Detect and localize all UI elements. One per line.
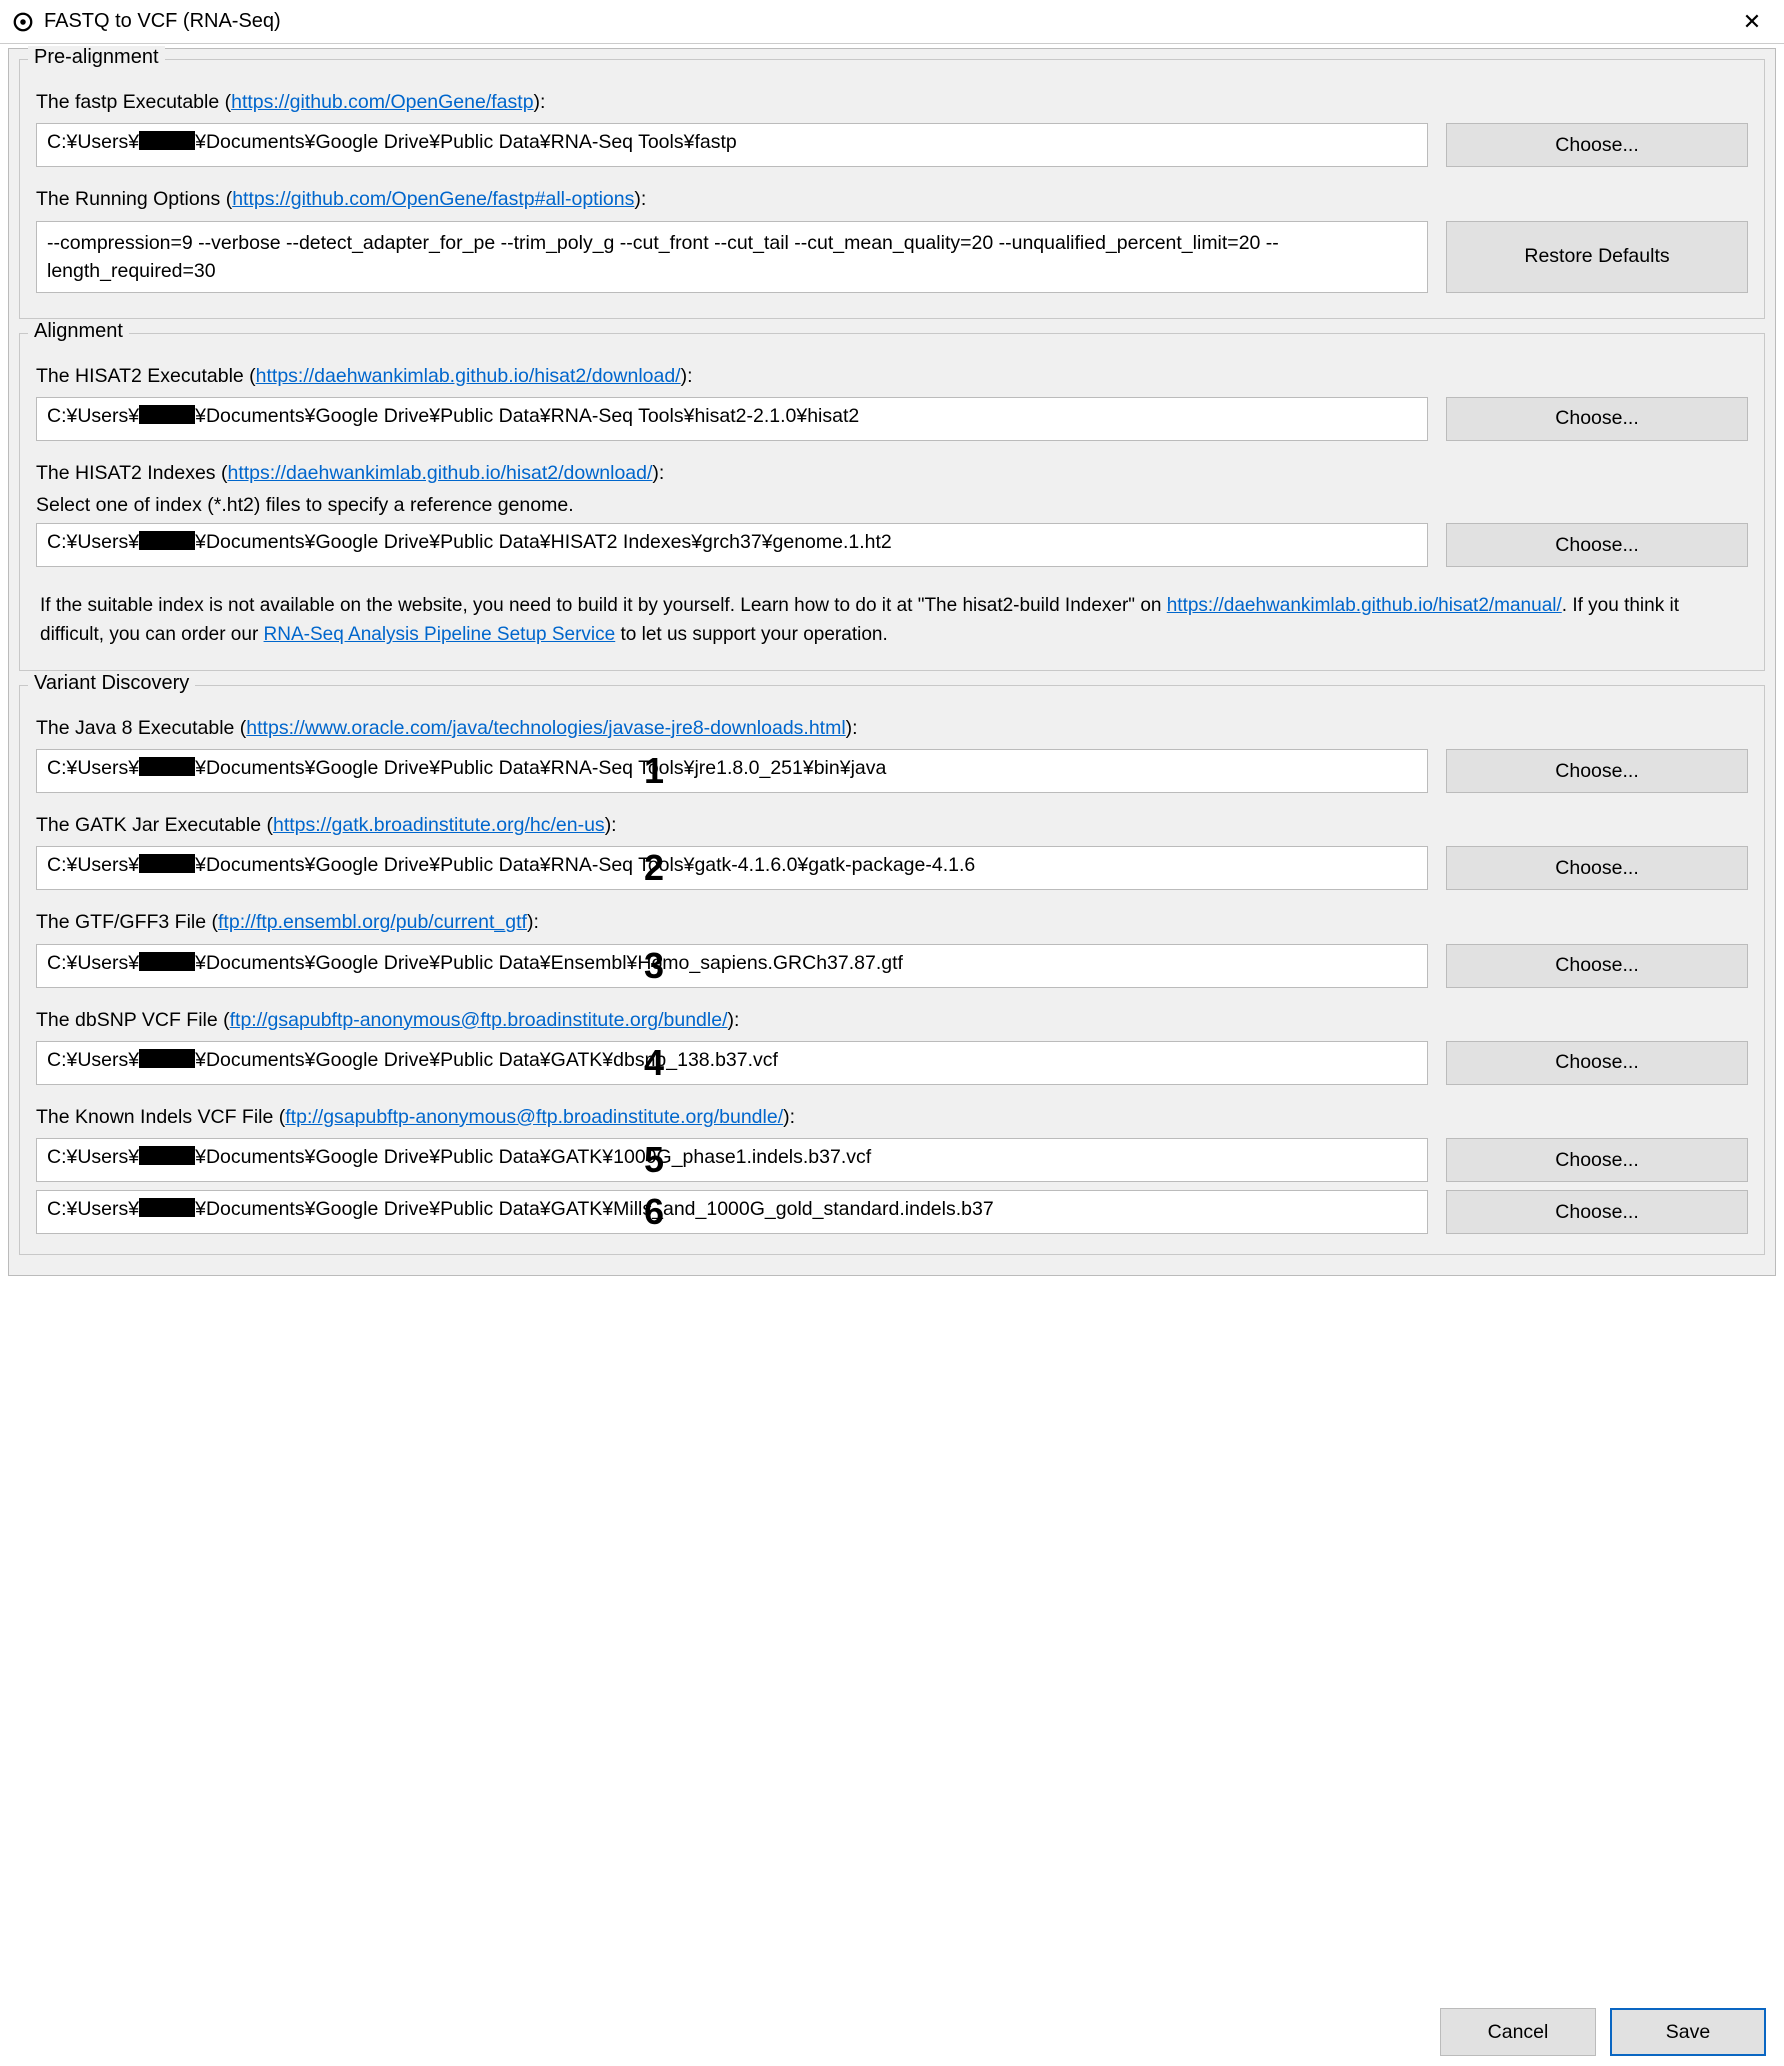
gatk-choose-button[interactable]: Choose... (1446, 846, 1748, 890)
dbsnp-label: The dbSNP VCF File (ftp://gsapubftp-anon… (36, 1006, 1748, 1035)
gtf-input[interactable]: C:¥Users¥¥Documents¥Google Drive¥Public … (36, 944, 1428, 988)
group-alignment: Alignment The HISAT2 Executable (https:/… (19, 333, 1765, 671)
java8-input[interactable]: C:¥Users¥¥Documents¥Google Drive¥Public … (36, 749, 1428, 793)
hisat2-idx-sublabel: Select one of index (*.ht2) files to spe… (36, 494, 1748, 517)
gatk-link[interactable]: https://gatk.broadinstitute.org/hc/en-us (273, 814, 605, 836)
hisat2-idx-label: The HISAT2 Indexes (https://daehwankimla… (36, 459, 1748, 488)
gatk-label: The GATK Jar Executable (https://gatk.br… (36, 811, 1748, 840)
hisat2-exec-choose-button[interactable]: Choose... (1446, 397, 1748, 441)
dbsnp-input[interactable]: C:¥Users¥¥Documents¥Google Drive¥Public … (36, 1041, 1428, 1085)
restore-defaults-button[interactable]: Restore Defaults (1446, 221, 1748, 293)
fastp-opts-label: The Running Options (https://github.com/… (36, 185, 1748, 214)
java8-label: The Java 8 Executable (https://www.oracl… (36, 714, 1748, 743)
hisat2-idx-link[interactable]: https://daehwankimlab.github.io/hisat2/d… (227, 462, 652, 484)
fastp-opts-link[interactable]: https://github.com/OpenGene/fastp#all-op… (232, 188, 634, 210)
fastp-opts-input[interactable] (36, 221, 1428, 293)
setup-service-link[interactable]: RNA-Seq Analysis Pipeline Setup Service (264, 624, 616, 645)
titlebar: FASTQ to VCF (RNA-Seq) ✕ (0, 0, 1784, 44)
save-button[interactable]: Save (1610, 2008, 1766, 2056)
hisat2-exec-label: The HISAT2 Executable (https://daehwanki… (36, 362, 1748, 391)
indels-link[interactable]: ftp://gsapubftp-anonymous@ftp.broadinsti… (285, 1106, 783, 1128)
legend-pre-alignment: Pre-alignment (28, 46, 165, 69)
dialog-footer: Cancel Save (1440, 2008, 1766, 2056)
gatk-input[interactable]: C:¥Users¥¥Documents¥Google Drive¥Public … (36, 846, 1428, 890)
gtf-choose-button[interactable]: Choose... (1446, 944, 1748, 988)
java8-choose-button[interactable]: Choose... (1446, 749, 1748, 793)
legend-variant-discovery: Variant Discovery (28, 672, 195, 695)
hisat2-exec-link[interactable]: https://daehwankimlab.github.io/hisat2/d… (256, 365, 681, 387)
fastp-exec-input[interactable]: C:¥Users¥¥Documents¥Google Drive¥Public … (36, 123, 1428, 167)
indels-choose-button-1[interactable]: Choose... (1446, 1138, 1748, 1182)
close-icon[interactable]: ✕ (1732, 9, 1772, 35)
app-icon (12, 11, 34, 33)
fastp-exec-link[interactable]: https://github.com/OpenGene/fastp (231, 91, 533, 113)
gtf-link[interactable]: ftp://ftp.ensembl.org/pub/current_gtf (218, 911, 527, 933)
dbsnp-choose-button[interactable]: Choose... (1446, 1041, 1748, 1085)
group-variant-discovery: Variant Discovery The Java 8 Executable … (19, 685, 1765, 1255)
fastp-exec-choose-button[interactable]: Choose... (1446, 123, 1748, 167)
alignment-note: If the suitable index is not available o… (36, 585, 1748, 650)
hisat2-idx-choose-button[interactable]: Choose... (1446, 523, 1748, 567)
fastp-exec-label: The fastp Executable (https://github.com… (36, 88, 1748, 117)
dbsnp-link[interactable]: ftp://gsapubftp-anonymous@ftp.broadinsti… (230, 1009, 728, 1031)
indels-input-1[interactable]: C:¥Users¥¥Documents¥Google Drive¥Public … (36, 1138, 1428, 1182)
legend-alignment: Alignment (28, 320, 129, 343)
indels-choose-button-2[interactable]: Choose... (1446, 1190, 1748, 1234)
hisat2-idx-input[interactable]: C:¥Users¥¥Documents¥Google Drive¥Public … (36, 523, 1428, 567)
window-title: FASTQ to VCF (RNA-Seq) (44, 10, 1732, 33)
indels-label: The Known Indels VCF File (ftp://gsapubf… (36, 1103, 1748, 1132)
group-pre-alignment: Pre-alignment The fastp Executable (http… (19, 59, 1765, 319)
indels-input-2[interactable]: C:¥Users¥¥Documents¥Google Drive¥Public … (36, 1190, 1428, 1234)
java8-link[interactable]: https://www.oracle.com/java/technologies… (246, 717, 845, 739)
gtf-label: The GTF/GFF3 File (ftp://ftp.ensembl.org… (36, 908, 1748, 937)
hisat2-manual-link[interactable]: https://daehwankimlab.github.io/hisat2/m… (1167, 595, 1562, 616)
hisat2-exec-input[interactable]: C:¥Users¥¥Documents¥Google Drive¥Public … (36, 397, 1428, 441)
cancel-button[interactable]: Cancel (1440, 2008, 1596, 2056)
